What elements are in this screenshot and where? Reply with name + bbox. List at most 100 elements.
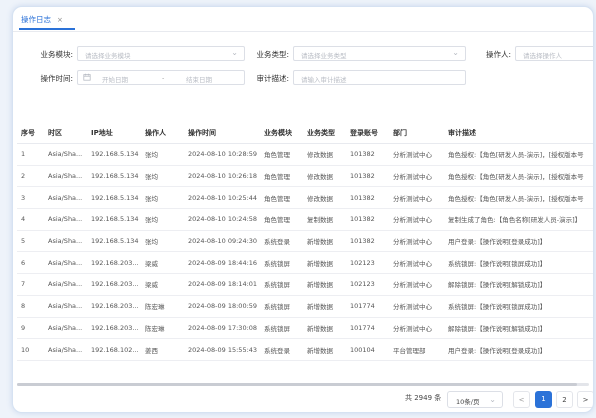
cell-index: 8 xyxy=(17,295,44,318)
close-icon[interactable]: × xyxy=(57,16,63,24)
table-row[interactable]: 2 Asia/Sha... 192.168.5.134 张均 2024-08-10 10… xyxy=(17,165,593,188)
cell-ip: 192.168.5.134 xyxy=(87,186,141,210)
table-row[interactable]: 3 Asia/Sha... 192.168.5.134 张均 2024-08-10 10… xyxy=(17,186,593,210)
table-row[interactable]: 1 Asia/Sha... 192.168.5.134 张均 2024-08-10 10… xyxy=(17,143,593,166)
cell-department: 分析测试中心 xyxy=(389,230,444,253)
cell-operator: 张均 xyxy=(141,186,184,210)
table-row[interactable]: 9 Asia/Sha... 192.168.203... 陈宏琳 2024-08-09 … xyxy=(17,317,593,340)
cell-department: 分析测试中心 xyxy=(389,295,444,318)
module-select[interactable]: 请选择业务模块 ⌄ xyxy=(77,46,245,61)
calendar-icon xyxy=(83,73,91,81)
col-header-type: 业务类型 xyxy=(303,123,346,144)
cell-account: 101382 xyxy=(346,208,389,231)
cell-operator: 梁威 xyxy=(141,251,184,275)
cell-operator: 梁威 xyxy=(141,273,184,296)
cell-description: 用户登录:【操作说明[登录成功]】 xyxy=(444,338,593,361)
table-row[interactable]: 4 Asia/Sha... 192.168.5.134 张均 2024-08-10 10… xyxy=(17,208,593,231)
cell-description: 系统锁屏:【操作说明[锁屏成功]】 xyxy=(444,295,593,318)
tab-operation-log[interactable]: 操作日志 × xyxy=(21,14,63,25)
table-row[interactable]: 10 Asia/Sha... 192.168.102... 姜西 2024-08-09 … xyxy=(17,338,593,361)
cell-type: 新增数据 xyxy=(303,338,346,361)
time-label: 操作时间: xyxy=(40,74,73,83)
cell-module: 系统锁屏 xyxy=(260,273,303,296)
cell-time: 2024-08-09 18:44:16 xyxy=(184,251,260,275)
cell-type: 修改数据 xyxy=(303,165,346,188)
cell-department: 平台管理部 xyxy=(389,338,444,361)
cell-index: 7 xyxy=(17,273,44,296)
col-header-department: 部门 xyxy=(389,123,444,144)
operator-select[interactable]: 请选择操作人 xyxy=(515,46,593,61)
cell-department: 分析测试中心 xyxy=(389,165,444,188)
cell-ip: 192.168.5.134 xyxy=(87,208,141,231)
log-panel: 操作日志 × 业务模块: 请选择业务模块 ⌄ 业务类型: 请选择业务类型 ⌄ 操作… xyxy=(12,6,594,413)
cell-time: 2024-08-09 15:55:43 xyxy=(184,338,260,361)
col-header-index: 序号 xyxy=(17,123,44,144)
cell-timezone: Asia/Sha... xyxy=(44,251,87,275)
cell-department: 分析测试中心 xyxy=(389,186,444,210)
cell-ip: 192.168.203... xyxy=(87,295,141,318)
cell-index: 5 xyxy=(17,230,44,253)
cell-timezone: Asia/Sha... xyxy=(44,317,87,340)
cell-account: 100104 xyxy=(346,338,389,361)
table-row[interactable]: 8 Asia/Sha... 192.168.203... 陈宏琳 2024-08-09 … xyxy=(17,295,593,318)
cell-index: 3 xyxy=(17,186,44,210)
cell-timezone: Asia/Sha... xyxy=(44,208,87,231)
desc-input[interactable]: 请输入审计描述 xyxy=(293,70,466,85)
cell-type: 修改数据 xyxy=(303,143,346,166)
cell-ip: 192.168.203... xyxy=(87,317,141,340)
tab-label: 操作日志 xyxy=(21,15,51,24)
type-select[interactable]: 请选择业务类型 ⌄ xyxy=(293,46,466,61)
prev-page-button[interactable]: < xyxy=(513,391,530,408)
col-header-description: 审计描述 xyxy=(444,123,593,144)
chevron-down-icon: ⌄ xyxy=(489,395,496,404)
table-row[interactable]: 5 Asia/Sha... 192.168.5.134 张均 2024-08-10 09… xyxy=(17,230,593,253)
cell-operator: 陈宏琳 xyxy=(141,317,184,340)
cell-index: 4 xyxy=(17,208,44,231)
cell-account: 102123 xyxy=(346,251,389,275)
tab-active-indicator xyxy=(19,28,75,30)
cell-module: 系统锁屏 xyxy=(260,295,303,318)
col-header-timezone: 时区 xyxy=(44,123,87,144)
cell-index: 6 xyxy=(17,251,44,275)
table-row[interactable]: 6 Asia/Sha... 192.168.203... 梁威 2024-08-09 1… xyxy=(17,251,593,275)
tab-bar: 操作日志 × xyxy=(13,7,593,32)
cell-module: 角色管理 xyxy=(260,143,303,166)
next-page-button[interactable]: > xyxy=(577,391,593,408)
col-header-operator: 操作人 xyxy=(141,123,184,144)
cell-description: 复制生成了角色:【角色名称[研发人员-演示]】 xyxy=(444,208,593,231)
cell-department: 分析测试中心 xyxy=(389,143,444,166)
page-size-select[interactable]: 10条/页 ⌄ xyxy=(447,391,503,408)
cell-type: 修改数据 xyxy=(303,186,346,210)
cell-time: 2024-08-09 17:30:08 xyxy=(184,317,260,340)
cell-operator: 张均 xyxy=(141,208,184,231)
cell-account: 101382 xyxy=(346,165,389,188)
table-row[interactable]: 7 Asia/Sha... 192.168.203... 梁威 2024-08-09 1… xyxy=(17,273,593,296)
page-size-value: 10条/页 xyxy=(456,398,480,406)
cell-operator: 张均 xyxy=(141,165,184,188)
cell-module: 角色管理 xyxy=(260,186,303,210)
start-date-placeholder: 开始日期 xyxy=(102,76,128,84)
operator-label: 操作人: xyxy=(485,50,511,59)
cell-index: 2 xyxy=(17,165,44,188)
cell-ip: 192.168.203... xyxy=(87,251,141,275)
cell-time: 2024-08-10 09:24:30 xyxy=(184,230,260,253)
cell-description: 解除锁屏:【操作说明[解锁成功]】 xyxy=(444,317,593,340)
col-header-module: 业务模块 xyxy=(260,123,303,144)
cell-time: 2024-08-10 10:24:58 xyxy=(184,208,260,231)
cell-account: 101382 xyxy=(346,230,389,253)
cell-time: 2024-08-10 10:26:18 xyxy=(184,165,260,188)
cell-operator: 张均 xyxy=(141,230,184,253)
type-label: 业务类型: xyxy=(256,50,289,59)
cell-department: 分析测试中心 xyxy=(389,251,444,275)
type-placeholder: 请选择业务类型 xyxy=(301,52,347,60)
date-range-picker[interactable]: 开始日期 - 结束日期 xyxy=(77,70,245,85)
page-button-2[interactable]: 2 xyxy=(556,391,573,408)
cell-description: 解除锁屏:【操作说明[解锁成功]】 xyxy=(444,273,593,296)
scrollbar-thumb[interactable] xyxy=(17,383,577,386)
horizontal-scrollbar[interactable] xyxy=(17,383,589,386)
page-button-1[interactable]: 1 xyxy=(535,391,552,408)
cell-type: 新增数据 xyxy=(303,230,346,253)
cell-type: 新增数据 xyxy=(303,251,346,275)
desc-label: 审计描述: xyxy=(256,74,289,83)
end-date-placeholder: 结束日期 xyxy=(186,76,212,84)
